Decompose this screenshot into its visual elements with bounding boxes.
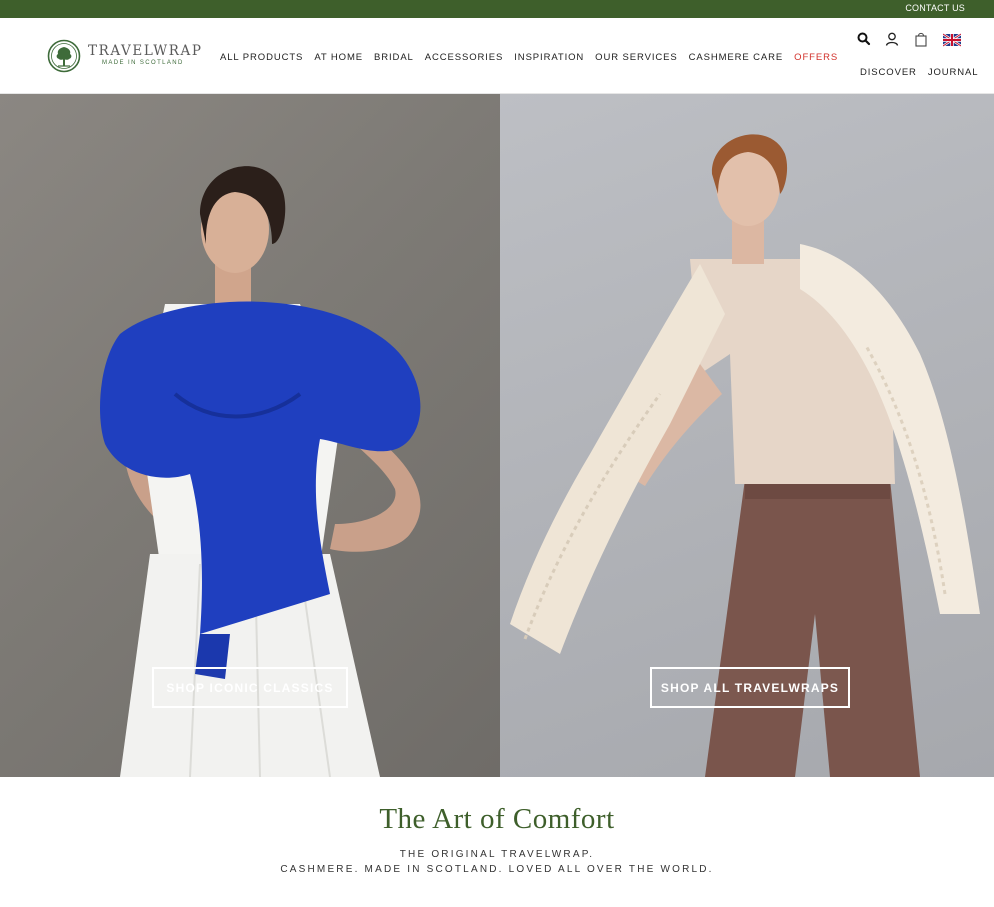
section-title: The Art of Comfort [379, 803, 615, 835]
bag-icon[interactable] [913, 31, 929, 47]
secondary-nav: DISCOVER JOURNAL [860, 67, 978, 78]
shop-all-travelwraps-button[interactable]: SHOP ALL TRAVELWRAPS [650, 667, 850, 708]
nav-at-home[interactable]: AT HOME [314, 52, 363, 63]
nav-inspiration[interactable]: INSPIRATION [514, 52, 584, 63]
nav-all-products[interactable]: ALL PRODUCTS [220, 52, 303, 63]
hero-panel-right[interactable]: SHOP ALL TRAVELWRAPS [500, 94, 994, 777]
brand-logo[interactable]: TRAVELWRAP MADE IN SCOTLAND [47, 39, 201, 73]
nav-journal[interactable]: JOURNAL [928, 67, 979, 78]
intro-line-2: CASHMERE. MADE IN SCOTLAND. LOVED ALL OV… [280, 864, 714, 875]
intro-line-1: THE ORIGINAL TRAVELWRAP. [399, 849, 595, 860]
intro-section: The Art of Comfort THE ORIGINAL TRAVELWR… [0, 777, 994, 907]
search-icon[interactable] [856, 31, 872, 47]
site-header: TRAVELWRAP MADE IN SCOTLAND ALL PRODUCTS… [0, 18, 994, 94]
contact-us-link[interactable]: CONTACT US [905, 3, 965, 13]
nav-offers[interactable]: OFFERS [794, 52, 838, 63]
hero-panel-left[interactable]: SHOP ICONIC CLASSICS [0, 94, 500, 777]
nav-discover[interactable]: DISCOVER [860, 67, 917, 78]
top-bar: CONTACT US [0, 0, 994, 18]
main-nav: ALL PRODUCTS AT HOME BRIDAL ACCESSORIES … [220, 52, 838, 63]
tree-emblem-icon [47, 39, 81, 73]
nav-bridal[interactable]: BRIDAL [374, 52, 414, 63]
brand-name: TRAVELWRAP [88, 43, 203, 59]
account-icon[interactable] [884, 31, 900, 47]
uk-flag-icon[interactable] [943, 33, 961, 47]
nav-cashmere-care[interactable]: CASHMERE CARE [689, 52, 784, 63]
nav-accessories[interactable]: ACCESSORIES [425, 52, 504, 63]
brand-tagline: MADE IN SCOTLAND [102, 60, 184, 66]
shop-iconic-classics-button[interactable]: SHOP ICONIC CLASSICS [152, 667, 348, 708]
nav-our-services[interactable]: OUR SERVICES [595, 52, 677, 63]
